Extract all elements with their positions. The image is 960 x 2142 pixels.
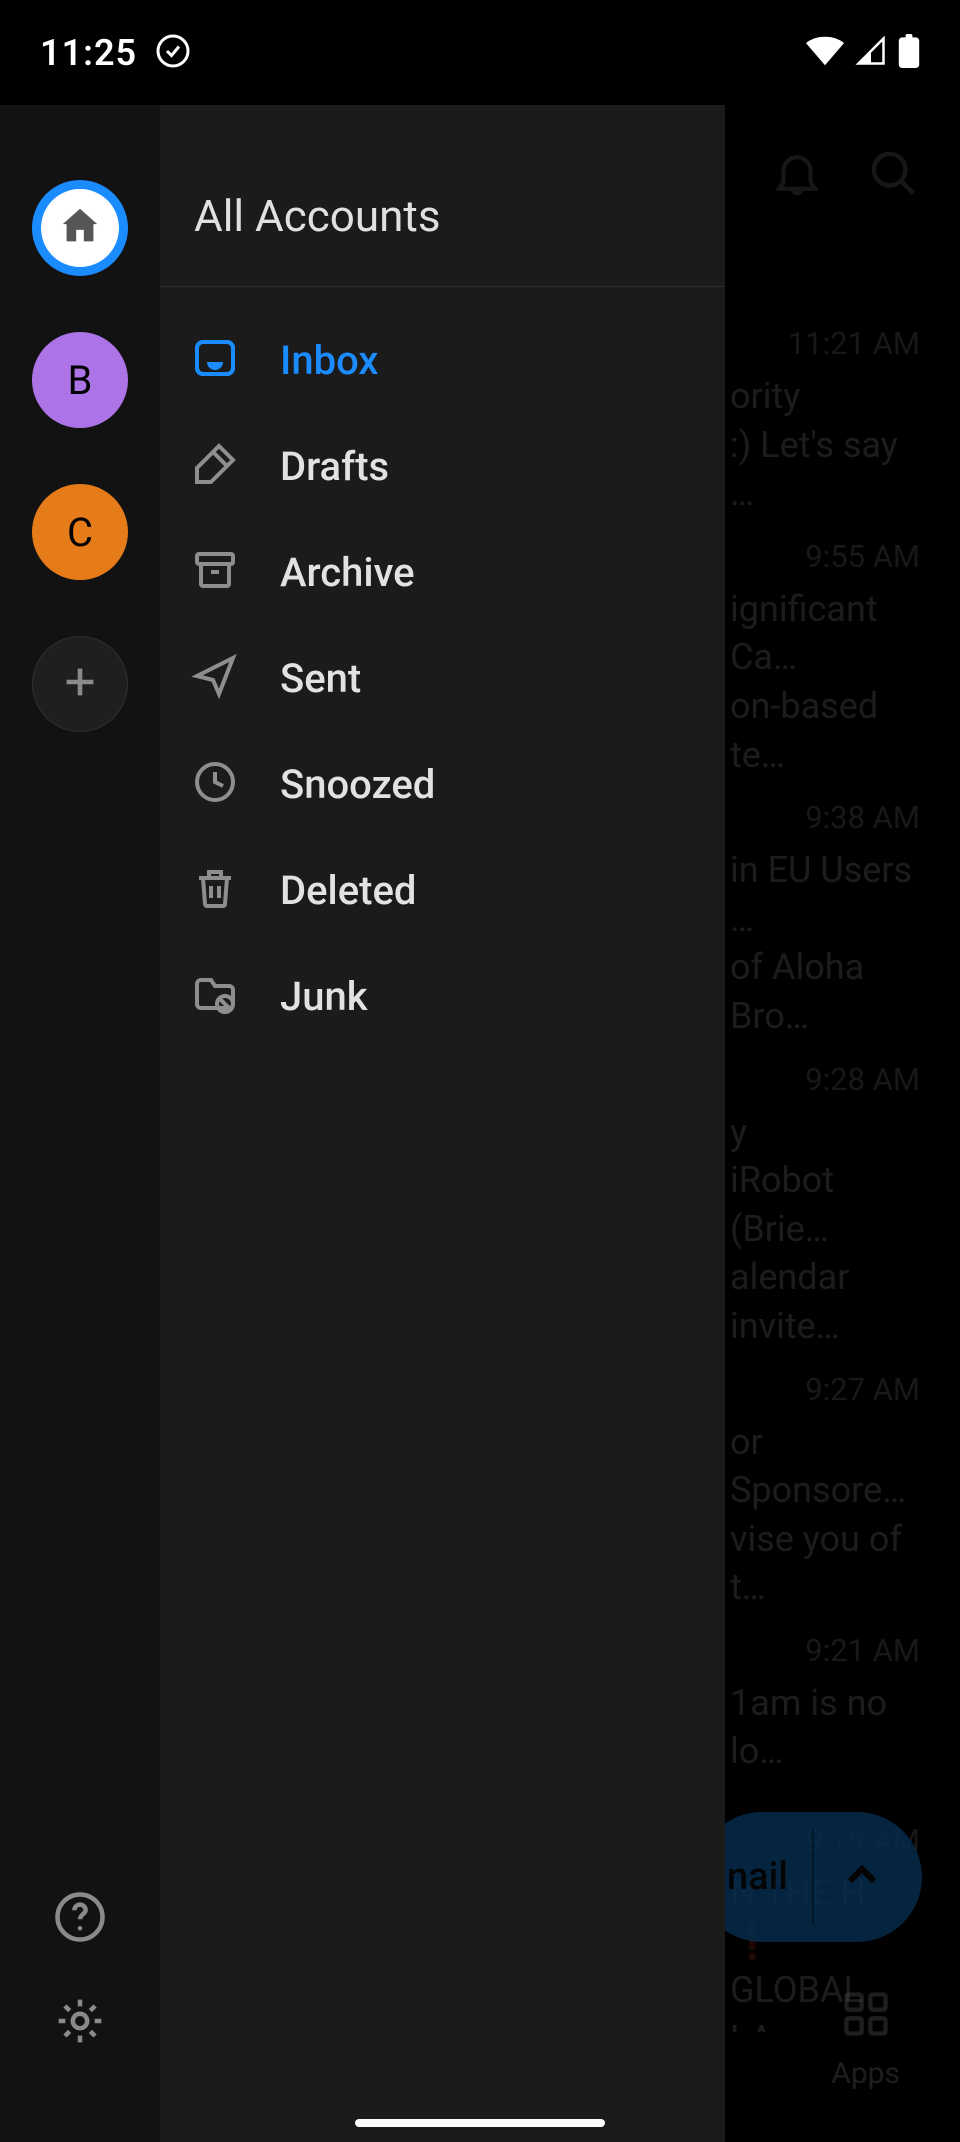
sent-icon [191,652,239,704]
folder-deleted[interactable]: Deleted [160,837,725,943]
plus-icon [57,659,103,709]
account-rail: B C [0,0,160,2142]
trash-icon [191,864,239,916]
settings-button[interactable] [53,1994,107,2052]
navigation-drawer: B C All Accounts [0,0,725,2142]
folder-inbox[interactable]: Inbox [160,307,725,413]
wifi-icon [806,36,844,70]
folder-snoozed[interactable]: Snoozed [160,731,725,837]
archive-icon [191,546,239,598]
avatar-initial: B [68,357,93,404]
junk-icon [191,970,239,1022]
status-time: 11:25 [40,32,137,74]
account-avatar-c[interactable]: C [32,484,128,580]
inbox-icon [191,334,239,386]
folder-label: Drafts [280,443,389,490]
drawer-title: All Accounts [160,160,725,286]
divider [160,286,725,287]
battery-icon [898,34,920,72]
folder-archive[interactable]: Archive [160,519,725,625]
do-not-disturb-icon [155,33,191,73]
cell-signal-icon [854,36,888,70]
folder-label: Inbox [280,337,378,384]
account-avatar-b[interactable]: B [32,332,128,428]
add-account-button[interactable] [32,636,128,732]
folder-label: Sent [280,655,361,702]
clock-icon [191,758,239,810]
gesture-nav-bar [355,2119,605,2127]
drawer-panel: All Accounts Inbox Drafts Archive [160,0,725,2142]
drafts-icon [191,440,239,492]
folder-drafts[interactable]: Drafts [160,413,725,519]
help-button[interactable] [53,1890,107,1948]
home-icon [57,203,103,253]
status-bar: 11:25 [0,0,960,105]
avatar-initial: C [67,509,93,556]
folder-label: Snoozed [280,761,435,808]
folder-label: Archive [280,549,415,596]
folder-sent[interactable]: Sent [160,625,725,731]
folder-junk[interactable]: Junk [160,943,725,1049]
account-home-button[interactable] [32,180,128,276]
folder-label: Deleted [280,867,416,914]
folder-label: Junk [280,973,368,1020]
